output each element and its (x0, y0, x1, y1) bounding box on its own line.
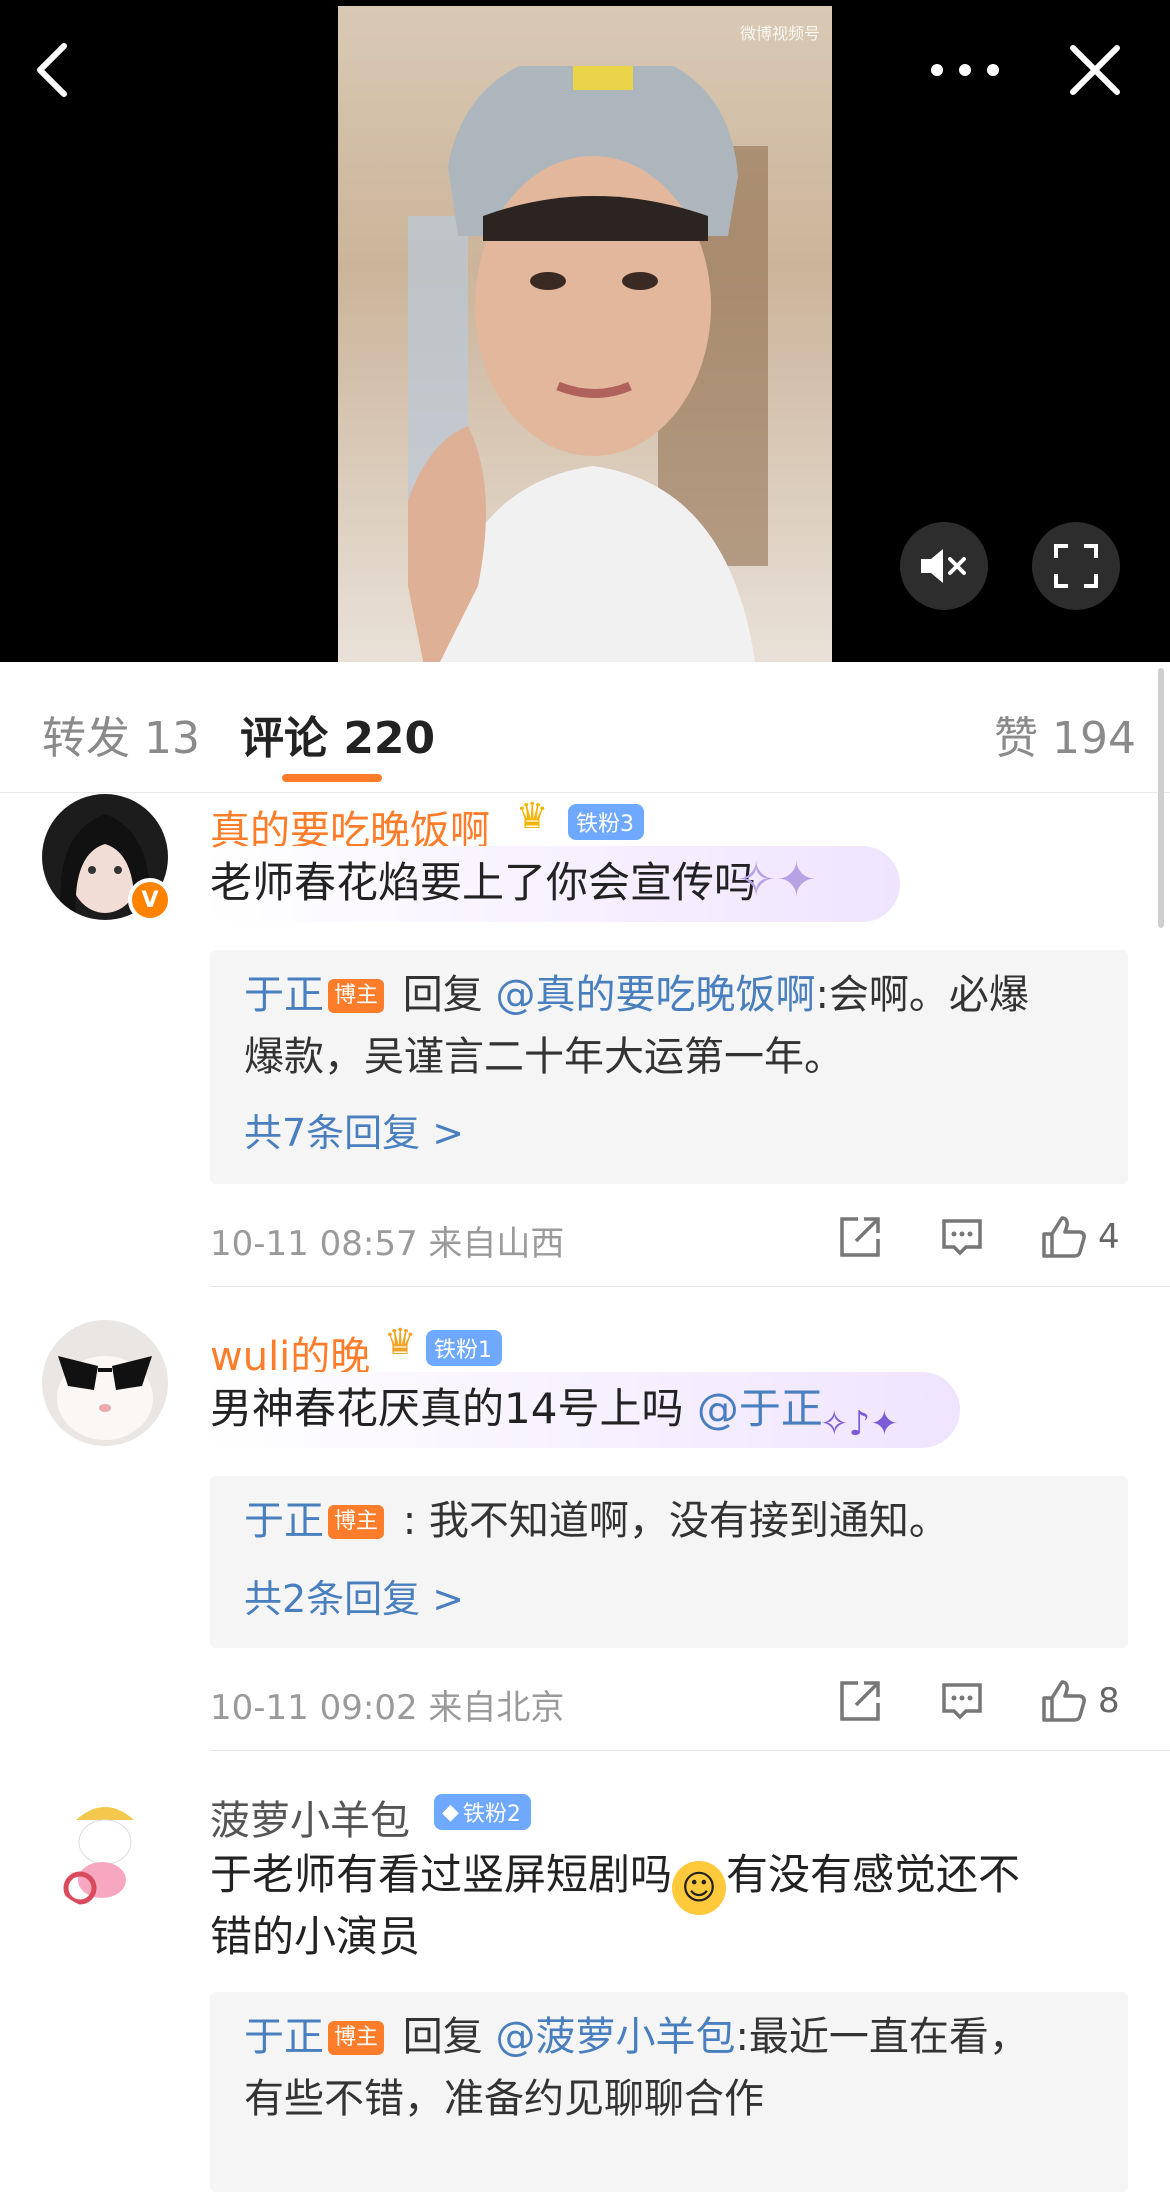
reply-text-2: 爆款，吴谨言二十年大运第一年。 (244, 1034, 844, 1080)
fan-badge[interactable]: 铁粉3 (568, 804, 644, 840)
mute-button[interactable] (900, 522, 988, 610)
reply-author[interactable]: 于正 (244, 2014, 324, 2060)
bubble-sticker-icon: ✧♪✦ (820, 1404, 899, 1444)
fullscreen-icon (1054, 544, 1098, 588)
video-watermark: 微博视频号 (739, 24, 820, 43)
like-count: 4 (1098, 1217, 1120, 1257)
comment-text: 老师春花焰要上了你会宣传吗 (210, 858, 757, 907)
video-player[interactable]: 微博视频号 (0, 0, 1170, 662)
fan-badge[interactable]: ◆ 铁粉2 (434, 1794, 531, 1830)
comment-mention[interactable]: @于正 (697, 1384, 823, 1433)
crown-icon: ♛ (516, 796, 549, 837)
comment-icon (942, 1219, 982, 1256)
avatar[interactable] (42, 1320, 168, 1446)
more-replies-link[interactable]: 共2条回复 > (244, 1568, 464, 1623)
reply-text-2: 有些不错，准备约见聊聊合作 (244, 2076, 764, 2122)
close-icon (1070, 45, 1120, 95)
comment-meta: 10-11 09:02 来自北京 (210, 1680, 564, 1729)
back-icon (37, 43, 67, 97)
thumbs-up-icon (1042, 1216, 1086, 1258)
mute-icon (921, 549, 966, 583)
comment-text-cont: 有没有感觉还不 (726, 1850, 1021, 1899)
comment-text-line-2: 错的小演员 (210, 1912, 421, 1961)
reply-box[interactable]: 于正 博主 : 我不知道啊，没有接到通知。 共2条回复 > (210, 1476, 1128, 1648)
tab-bar: 转发 13 评论 220 赞 194 (0, 662, 1170, 793)
like-button[interactable]: 8 (1040, 1676, 1120, 1726)
verified-icon: V (128, 878, 172, 922)
tab-active-indicator (282, 774, 382, 782)
emoji-icon: ☺ (672, 1861, 727, 1915)
reply-text-1: :最近一直在看， (735, 2014, 1029, 2060)
reply-prefix: 回复 (402, 2014, 483, 2060)
comment-icon (942, 1683, 982, 1720)
comment-text-line: 于老师有看过竖屏短剧吗 ☺ 有没有感觉还不 (210, 1844, 1020, 1915)
reply-text-1: : 我不知道啊，没有接到通知。 (390, 1498, 949, 1544)
reply-author[interactable]: 于正 (244, 1498, 324, 1544)
like-count: 8 (1098, 1681, 1120, 1721)
comment-text: 于老师有看过竖屏短剧吗 (210, 1850, 673, 1899)
avatar-image (63, 1807, 134, 1905)
comment-text-line: 男神春花厌真的14号上吗 @于正 (210, 1378, 823, 1440)
reply-line: 于正 博主 回复 @菠萝小羊包:最近一直在看， (244, 2006, 1029, 2068)
reply-line: 于正 博主 : 我不知道啊，没有接到通知。 (244, 1490, 949, 1552)
fan-badge-label: 铁粉1 (434, 1338, 492, 1363)
share-icon (840, 1217, 880, 1257)
like-button[interactable]: 4 (1040, 1212, 1120, 1262)
comment-location: 来自北京 (428, 1688, 565, 1728)
fullscreen-button[interactable] (1032, 522, 1120, 610)
video-frame[interactable]: 微博视频号 (338, 6, 832, 662)
tab-comments[interactable]: 评论 220 (240, 702, 435, 766)
reply-box[interactable]: 于正 博主 回复 @菠萝小羊包:最近一直在看， 有些不错，准备约见聊聊合作 (210, 1992, 1128, 2192)
reply-button[interactable] (940, 1676, 984, 1726)
reply-line: 于正 博主 回复 @真的要吃晚饭啊:会啊。必爆 (244, 964, 1029, 1026)
reply-mention[interactable]: @真的要吃晚饭啊 (495, 972, 815, 1018)
comment-location: 来自山西 (428, 1224, 565, 1264)
comment-meta: 10-11 08:57 来自山西 (210, 1216, 564, 1265)
comment-time: 10-11 09:02 (210, 1688, 418, 1728)
more-replies-link[interactable]: 共7条回复 > (244, 1102, 464, 1157)
avatar[interactable] (42, 1784, 168, 1910)
comment-divider (210, 1286, 1170, 1287)
share-icon (840, 1681, 880, 1721)
reply-prefix: 回复 (402, 972, 483, 1018)
share-button[interactable] (838, 1212, 882, 1262)
reply-text-1: :会啊。必爆 (815, 972, 1029, 1018)
reply-box[interactable]: 于正 博主 回复 @真的要吃晚饭啊:会啊。必爆 爆款，吴谨言二十年大运第一年。 共… (210, 950, 1128, 1184)
crown-icon: ♛ (384, 1322, 417, 1363)
diamond-icon: ◆ (442, 1799, 459, 1825)
comment-text: 男神春花厌真的14号上吗 (210, 1384, 684, 1433)
bubble-sticker-icon: ✧✦ (736, 852, 817, 908)
comment-username[interactable]: 菠萝小羊包 (210, 1788, 410, 1846)
fan-badge-label: 铁粉2 (462, 1802, 521, 1827)
comment-divider (210, 1750, 1170, 1751)
tab-repost[interactable]: 转发 13 (42, 702, 200, 766)
host-badge: 博主 (328, 1505, 385, 1539)
share-button[interactable] (838, 1676, 882, 1726)
more-icon (931, 64, 999, 76)
scrollbar[interactable] (1158, 668, 1164, 928)
more-button[interactable] (925, 30, 1005, 110)
fan-badge-label: 铁粉3 (576, 812, 634, 837)
host-badge: 博主 (328, 2021, 385, 2055)
avatar-image (57, 1356, 153, 1440)
close-button[interactable] (1055, 30, 1135, 110)
fan-badge[interactable]: 铁粉1 (426, 1330, 502, 1366)
back-button[interactable] (12, 30, 92, 110)
video-thumbnail-person (408, 66, 768, 662)
thumbs-up-icon (1042, 1680, 1086, 1722)
comment-time: 10-11 08:57 (210, 1224, 418, 1264)
reply-author[interactable]: 于正 (244, 972, 324, 1018)
host-badge: 博主 (328, 979, 385, 1013)
reply-button[interactable] (940, 1212, 984, 1262)
tab-likes[interactable]: 赞 194 (994, 702, 1136, 766)
reply-mention[interactable]: @菠萝小羊包 (495, 2014, 735, 2060)
